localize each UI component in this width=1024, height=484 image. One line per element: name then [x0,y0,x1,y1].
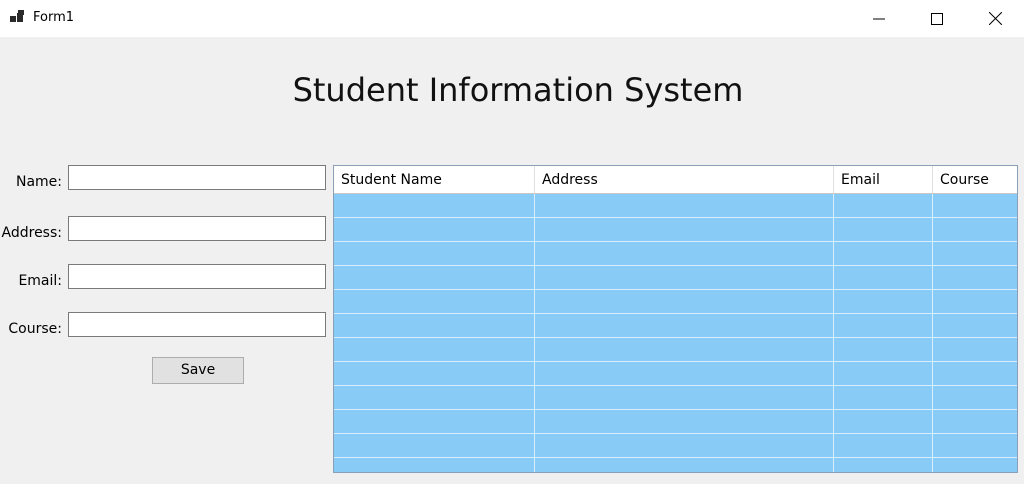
table-row[interactable] [334,362,1017,386]
close-icon [988,12,1002,25]
table-row[interactable] [334,290,1017,314]
email-label: Email: [18,273,62,289]
table-row[interactable] [334,218,1017,242]
student-grid[interactable]: Student Name Address Email Course [333,165,1018,473]
minimize-icon [873,18,885,19]
column-divider [932,194,933,472]
table-row[interactable] [334,338,1017,362]
app-icon [10,10,24,22]
table-row[interactable] [334,266,1017,290]
column-header-email[interactable]: Email [834,166,933,193]
column-header-student-name[interactable]: Student Name [334,166,535,193]
table-row[interactable] [334,242,1017,266]
title-bar: Form1 [0,0,1024,37]
save-button[interactable]: Save [152,357,244,384]
window-title: Form1 [33,10,75,25]
address-label: Address: [1,225,62,241]
column-divider [833,194,834,472]
column-header-address[interactable]: Address [535,166,834,193]
name-field[interactable] [68,165,326,190]
course-label: Course: [8,321,62,337]
grid-body[interactable] [334,194,1017,472]
address-field[interactable] [68,216,326,241]
table-row[interactable] [334,410,1017,434]
table-row[interactable] [334,386,1017,410]
page-title: Student Information System [292,71,744,109]
minimize-button[interactable] [856,0,902,37]
column-header-course[interactable]: Course [933,166,1017,193]
maximize-icon [931,12,943,25]
close-button[interactable] [972,0,1018,37]
email-field[interactable] [68,264,326,289]
grid-header: Student Name Address Email Course [334,166,1017,194]
table-row[interactable] [334,434,1017,458]
table-row[interactable] [334,194,1017,218]
column-divider [534,194,535,472]
course-field[interactable] [68,312,326,337]
maximize-button[interactable] [914,0,960,37]
table-row[interactable] [334,314,1017,338]
name-label: Name: [15,174,62,190]
